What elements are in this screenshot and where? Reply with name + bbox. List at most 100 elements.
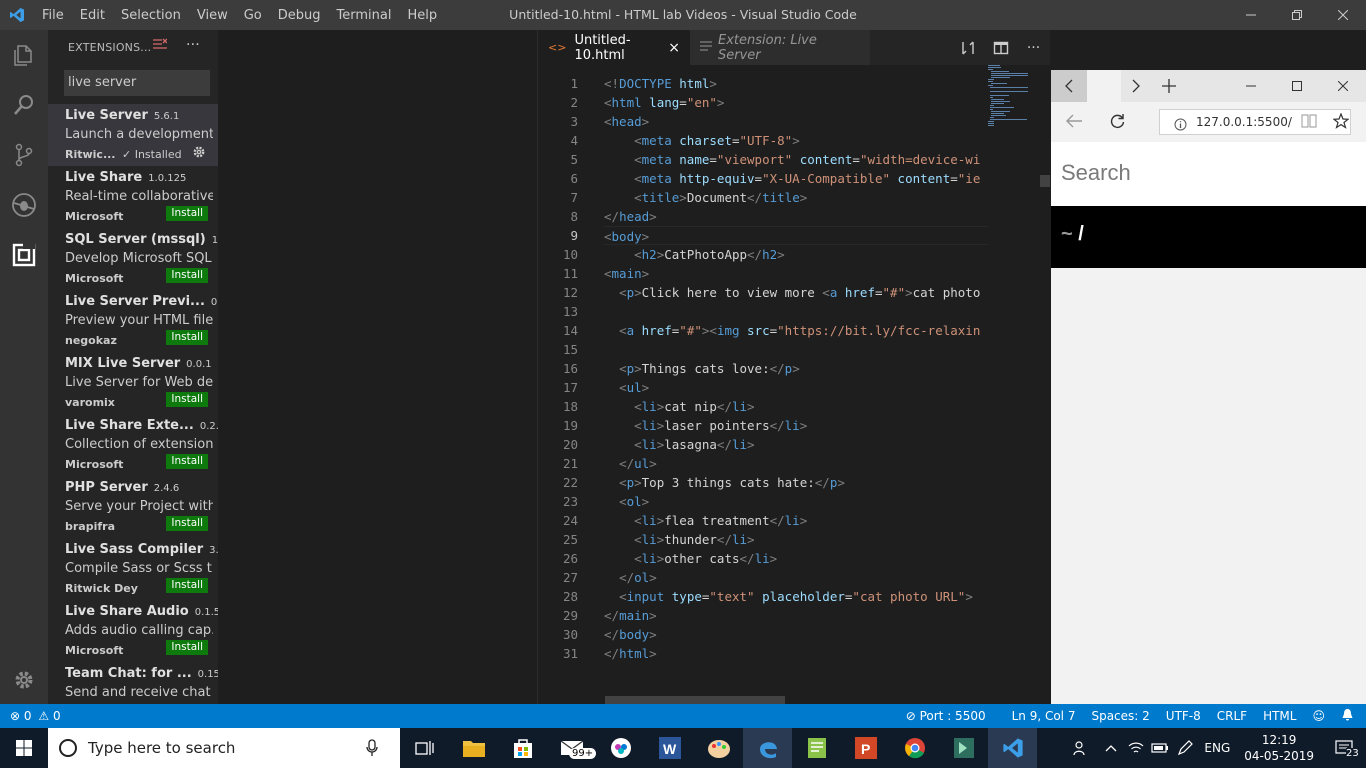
line-ending[interactable]: CRLF	[1209, 709, 1255, 723]
path-text[interactable]: /	[1078, 223, 1084, 245]
live-server-port[interactable]: ⊘ Port : 5500	[898, 709, 994, 723]
feedback-smiley-icon[interactable]: ☺	[1304, 709, 1333, 723]
battery-icon[interactable]	[1148, 728, 1172, 768]
code-line[interactable]: <ol>	[604, 492, 988, 511]
page-search-bar[interactable]: Search	[1051, 142, 1366, 206]
menu-terminal[interactable]: Terminal	[329, 8, 400, 23]
vertical-scrollbar[interactable]	[1038, 65, 1051, 704]
code-line[interactable]: <main>	[604, 264, 988, 283]
install-button[interactable]: Install	[166, 640, 208, 655]
browser-close-button[interactable]	[1320, 70, 1366, 102]
install-button[interactable]: Install	[166, 516, 208, 531]
code-line[interactable]: </body>	[604, 625, 988, 644]
clear-extensions-icon[interactable]	[153, 38, 168, 55]
people-icon[interactable]	[1064, 728, 1098, 768]
extension-item[interactable]: SQL Server (mssql)1.6.0 Develop Microsof…	[48, 228, 218, 290]
browser-minimize-button[interactable]	[1228, 70, 1274, 102]
word-icon[interactable]: W	[645, 728, 694, 768]
code-line[interactable]	[604, 340, 988, 359]
code-line[interactable]: </html>	[604, 644, 988, 663]
code-line[interactable]: <p>Top 3 things cats hate:</p>	[604, 473, 988, 492]
search-icon[interactable]	[0, 80, 48, 130]
powerpoint-icon[interactable]: P	[841, 728, 890, 768]
notepad-plus-icon[interactable]	[792, 728, 841, 768]
extension-item[interactable]: Live Share Exte...0.2.12 Collection of e…	[48, 414, 218, 476]
tab-back-icon[interactable]	[1051, 70, 1087, 102]
code-line[interactable]: <title>Document</title>	[604, 188, 988, 207]
code-line[interactable]: <input type="text" placeholder="cat phot…	[604, 587, 988, 606]
code-line[interactable]: </main>	[604, 606, 988, 625]
paint-icon[interactable]	[694, 728, 743, 768]
extension-item[interactable]: Live Sass Compiler3.0.0 Compile Sass or …	[48, 538, 218, 600]
settings-gear-icon[interactable]	[0, 655, 48, 705]
code-line[interactable]: </ul>	[604, 454, 988, 473]
wifi-icon[interactable]	[1124, 728, 1148, 768]
menu-edit[interactable]: Edit	[72, 8, 113, 23]
photos-app-icon[interactable]	[596, 728, 645, 768]
microphone-icon[interactable]	[366, 739, 378, 761]
open-changes-icon[interactable]	[951, 40, 984, 56]
extension-search-input[interactable]: live server	[64, 70, 210, 96]
action-center-icon[interactable]: 23	[1322, 728, 1366, 768]
refresh-icon[interactable]	[1109, 113, 1126, 134]
menu-view[interactable]: View	[189, 8, 236, 23]
code-line[interactable]: <a href="#"><img src="https://bit.ly/fcc…	[604, 321, 988, 340]
vscode-taskbar-icon[interactable]	[988, 728, 1037, 768]
code-line[interactable]: <li>thunder</li>	[604, 530, 988, 549]
tab-extension-live-server[interactable]: Extension: Live Server	[690, 30, 870, 65]
notifications-bell-icon[interactable]	[1333, 708, 1366, 724]
new-tab-icon[interactable]	[1151, 70, 1187, 102]
tab-untitled-10[interactable]: <> Untitled-10.html ×	[538, 30, 690, 65]
tab-forward-icon[interactable]	[1121, 70, 1151, 102]
extension-item[interactable]: Live Share Audio0.1.50 Adds audio callin…	[48, 600, 218, 662]
show-hidden-icons-icon[interactable]	[1098, 728, 1124, 768]
install-button[interactable]: Install	[166, 268, 208, 283]
file-explorer-icon[interactable]	[449, 728, 498, 768]
minimap[interactable]	[988, 65, 1036, 704]
code-line[interactable]: <li>lasagna</li>	[604, 435, 988, 454]
chrome-icon[interactable]	[890, 728, 939, 768]
horizontal-scrollbar[interactable]	[605, 696, 785, 704]
extension-item[interactable]: MIX Live Server 0.0.1 Live Server for Web…	[48, 352, 218, 414]
minimize-button[interactable]	[1228, 0, 1274, 30]
code-line[interactable]: <ul>	[604, 378, 988, 397]
clock[interactable]: 12:19 04-05-2019	[1236, 732, 1322, 764]
install-button[interactable]: Install	[166, 330, 208, 345]
install-button[interactable]: Install	[166, 392, 208, 407]
extension-item[interactable]: Team Chat: for ...0.15.0 Send and receiv…	[48, 662, 218, 704]
debug-icon[interactable]	[0, 180, 48, 230]
mail-icon[interactable]: 99+	[547, 728, 597, 768]
store-icon[interactable]	[498, 728, 547, 768]
extensions-icon[interactable]	[0, 230, 48, 280]
close-button[interactable]	[1320, 0, 1366, 30]
code-line[interactable]: <li>other cats</li>	[604, 549, 988, 568]
install-button[interactable]: Install	[166, 206, 208, 221]
code-line[interactable]: <li>flea treatment</li>	[604, 511, 988, 530]
menu-go[interactable]: Go	[236, 8, 270, 23]
menu-selection[interactable]: Selection	[113, 8, 189, 23]
indentation[interactable]: Spaces: 2	[1083, 709, 1157, 723]
code-line[interactable]: <p>Things cats love:</p>	[604, 359, 988, 378]
code-line[interactable]: <body>	[604, 226, 988, 245]
browser-tab[interactable]	[1087, 70, 1121, 102]
more-actions-icon[interactable]: ···	[1017, 40, 1050, 56]
install-button[interactable]: Install	[166, 578, 208, 593]
url-field[interactable]: 127.0.0.1:5500/	[1159, 109, 1351, 135]
menu-help[interactable]: Help	[399, 8, 445, 23]
favorite-star-icon[interactable]	[1332, 112, 1350, 133]
restore-button[interactable]	[1274, 0, 1320, 30]
extension-item[interactable]: PHP Server 2.4.6 Serve your Project with.…	[48, 476, 218, 538]
windows-start-icon[interactable]	[0, 728, 48, 768]
menu-file[interactable]: File	[34, 8, 72, 23]
code-line[interactable]: <meta http-equiv="X-UA-Compatible" conte…	[604, 169, 988, 188]
code-line[interactable]: </ol>	[604, 568, 988, 587]
code-line[interactable]: <head>	[604, 112, 988, 131]
code-line[interactable]: <html lang="en">	[604, 93, 988, 112]
cursor-position[interactable]: Ln 9, Col 7	[1004, 709, 1084, 723]
split-editor-icon[interactable]	[984, 40, 1017, 56]
code-line[interactable]: <!DOCTYPE html>	[604, 74, 988, 93]
taskbar-search-box[interactable]: Type here to search	[48, 728, 400, 768]
terminal-app-icon[interactable]	[939, 728, 988, 768]
code-editor[interactable]: 1 <!DOCTYPE html> 2 <html lang="en"> 3 <head>…	[538, 65, 1051, 704]
code-line[interactable]: <li>cat nip</li>	[604, 397, 988, 416]
